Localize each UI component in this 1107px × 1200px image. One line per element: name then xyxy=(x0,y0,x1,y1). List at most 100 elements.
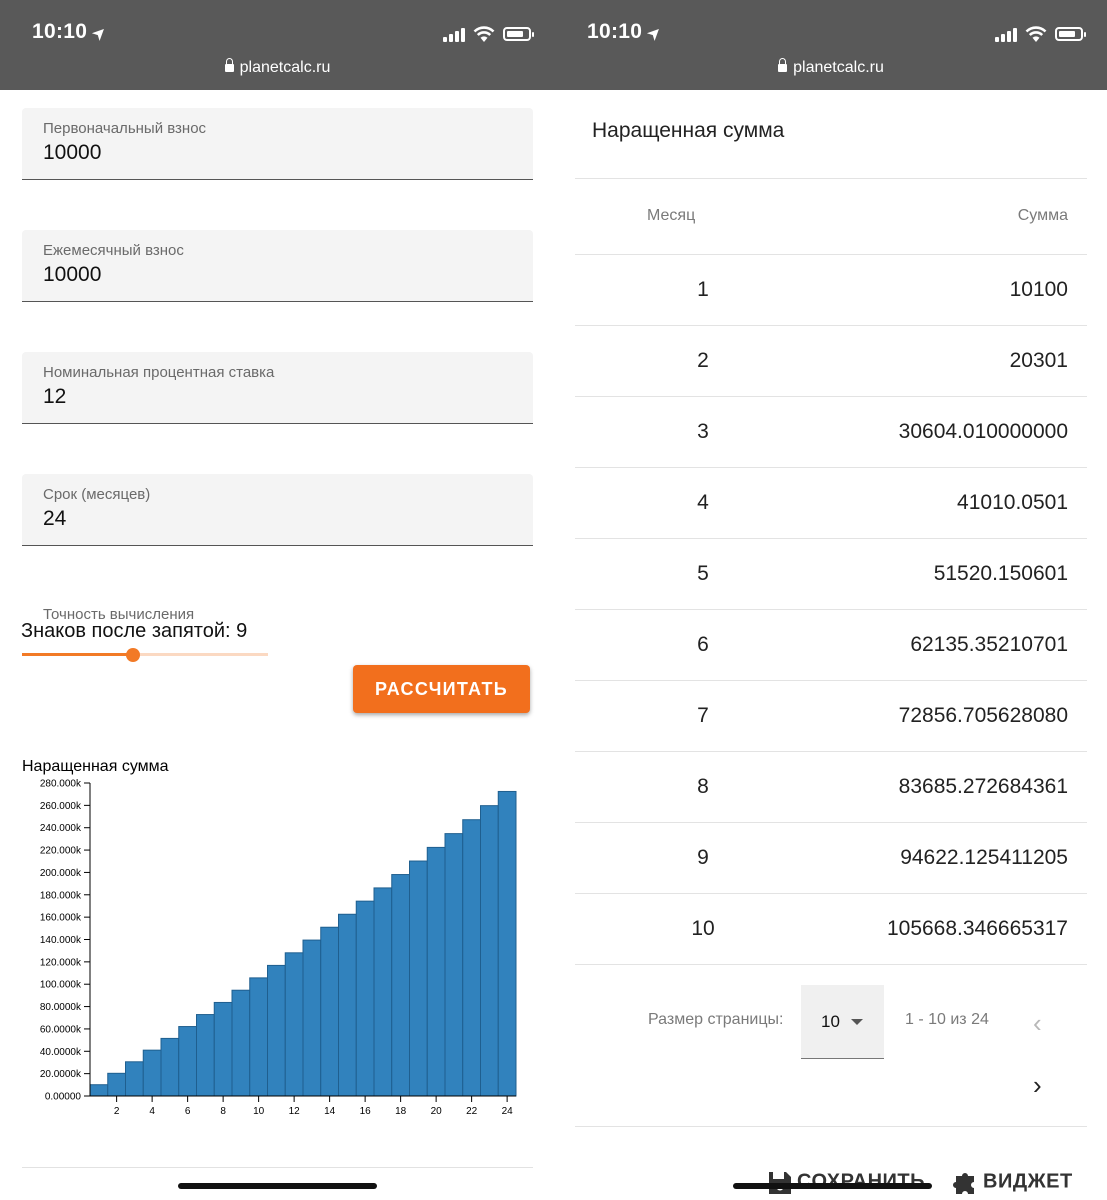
x-tick-label: 18 xyxy=(395,1106,407,1117)
x-tick-label: 24 xyxy=(502,1106,514,1117)
lock-icon xyxy=(778,58,788,72)
y-tick-label: 200.000k xyxy=(40,868,82,879)
initial-deposit-field[interactable]: Первоначальный взнос 10000 xyxy=(22,108,533,180)
slider-fill xyxy=(22,653,133,656)
y-tick-label: 280.000k xyxy=(40,779,82,790)
chart-bar xyxy=(391,874,410,1097)
save-button[interactable]: СОХРАНИТЬ xyxy=(767,1168,925,1196)
table-cell-month: 9 xyxy=(697,846,709,869)
x-tick-label: 8 xyxy=(220,1106,226,1117)
chart-bar xyxy=(231,989,251,1097)
status-time: 10:10 ➤ xyxy=(32,20,111,44)
cellular-signal-icon xyxy=(995,26,1017,42)
table-cell-sum: 83685.272684361 xyxy=(898,775,1068,798)
home-indicator[interactable] xyxy=(733,1183,932,1189)
status-bar: 10:10 ➤ planetcalc.ru xyxy=(0,0,555,90)
page-size-label: Размер страницы: xyxy=(648,1011,784,1028)
chart-bar xyxy=(107,1072,126,1097)
chart-bar xyxy=(426,846,446,1097)
column-header-sum[interactable]: Сумма xyxy=(1018,207,1068,225)
prev-page-icon[interactable]: ‹ xyxy=(1033,1008,1042,1039)
cellular-signal-icon xyxy=(443,26,465,42)
chart-bar xyxy=(89,1084,109,1097)
divider xyxy=(22,1167,533,1168)
chart-bar xyxy=(284,952,304,1097)
field-label: Срок (месяцев) xyxy=(43,486,151,503)
x-tick-label: 12 xyxy=(289,1106,301,1117)
term-months-field[interactable]: Срок (месяцев) 24 xyxy=(22,474,533,546)
table-cell-sum: 41010.0501 xyxy=(957,491,1068,514)
battery-icon xyxy=(503,27,534,41)
status-bar: 10:10 ➤ planetcalc.ru xyxy=(555,0,1107,90)
x-tick-label: 20 xyxy=(431,1106,443,1117)
field-label: Ежемесячный взнос xyxy=(43,242,184,259)
table-cell-month: 4 xyxy=(697,491,709,514)
url-bar[interactable]: planetcalc.ru xyxy=(0,58,555,77)
table-row-divider xyxy=(575,751,1087,752)
chart-bar xyxy=(480,805,499,1097)
chart-bar xyxy=(338,913,357,1097)
chart-bar xyxy=(320,926,339,1097)
location-arrow-icon: ➤ xyxy=(89,22,111,44)
x-tick-label: 16 xyxy=(360,1106,372,1117)
next-page-icon[interactable]: › xyxy=(1033,1070,1042,1101)
page-range-text: 1 - 10 из 24 xyxy=(905,1011,989,1028)
chart-bar xyxy=(444,833,464,1097)
table-row-divider xyxy=(575,325,1087,326)
puzzle-piece-icon xyxy=(953,1173,974,1194)
precision-slider[interactable] xyxy=(22,648,268,662)
slider-thumb[interactable] xyxy=(125,648,140,662)
x-tick-label: 2 xyxy=(114,1106,120,1117)
table-row-divider xyxy=(575,822,1087,823)
table-cell-sum: 30604.010000000 xyxy=(898,420,1068,443)
url-bar[interactable]: planetcalc.ru xyxy=(555,58,1107,77)
y-tick-label: 240.000k xyxy=(40,823,82,834)
column-header-month[interactable]: Месяц xyxy=(647,207,695,225)
table-row-divider xyxy=(575,538,1087,539)
table-cell-sum: 51520.150601 xyxy=(933,562,1068,585)
wifi-icon xyxy=(473,26,495,42)
calculate-button[interactable]: РАССЧИТАТЬ xyxy=(353,665,530,713)
chart-bar xyxy=(497,790,517,1097)
table-row-divider xyxy=(575,680,1087,681)
table-cell-month: 8 xyxy=(697,775,709,798)
y-tick-label: 120.000k xyxy=(40,957,82,968)
y-tick-label: 0.00000 xyxy=(45,1092,82,1103)
chart-bar xyxy=(196,1014,215,1097)
divider xyxy=(575,254,1087,255)
chart-bar xyxy=(267,964,286,1097)
field-value[interactable]: 10000 xyxy=(43,141,101,165)
table-cell-month: 1 xyxy=(697,278,709,301)
interest-rate-field[interactable]: Номинальная процентная ставка 12 xyxy=(22,352,533,424)
table-cell-sum: 10100 xyxy=(1009,278,1068,301)
table-row-divider xyxy=(575,964,1087,965)
home-indicator[interactable] xyxy=(178,1183,377,1189)
location-arrow-icon: ➤ xyxy=(644,22,666,44)
table-row-divider xyxy=(575,467,1087,468)
monthly-deposit-field[interactable]: Ежемесячный взнос 10000 xyxy=(22,230,533,302)
widget-button[interactable]: ВИДЖЕТ xyxy=(953,1168,1073,1196)
floppy-disk-icon xyxy=(769,1172,791,1194)
field-value[interactable]: 24 xyxy=(43,507,66,531)
y-tick-label: 220.000k xyxy=(40,846,82,857)
field-label: Номинальная процентная ставка xyxy=(43,364,275,381)
chart-bar xyxy=(409,860,428,1097)
table-cell-month: 5 xyxy=(697,562,709,585)
y-tick-label: 20.0000k xyxy=(40,1069,82,1080)
y-tick-label: 40.0000k xyxy=(40,1047,82,1058)
chart-bar xyxy=(213,1001,233,1097)
chart-title: Наращенная сумма xyxy=(22,758,169,775)
page-size-select[interactable]: 10 xyxy=(801,985,884,1059)
field-value[interactable]: 10000 xyxy=(43,263,101,287)
lock-icon xyxy=(224,58,234,72)
y-tick-label: 60.0000k xyxy=(40,1024,82,1035)
table-cell-month: 10 xyxy=(691,917,715,940)
table-row-divider xyxy=(575,609,1087,610)
precision-value-text: Знаков после запятой: 9 xyxy=(21,620,248,642)
table-cell-month: 2 xyxy=(697,349,709,372)
table-cell-month: 7 xyxy=(697,704,709,727)
widget-button-label: ВИДЖЕТ xyxy=(983,1170,1073,1193)
field-value[interactable]: 12 xyxy=(43,385,66,409)
y-tick-label: 80.0000k xyxy=(40,1002,82,1013)
x-tick-label: 4 xyxy=(149,1106,155,1117)
